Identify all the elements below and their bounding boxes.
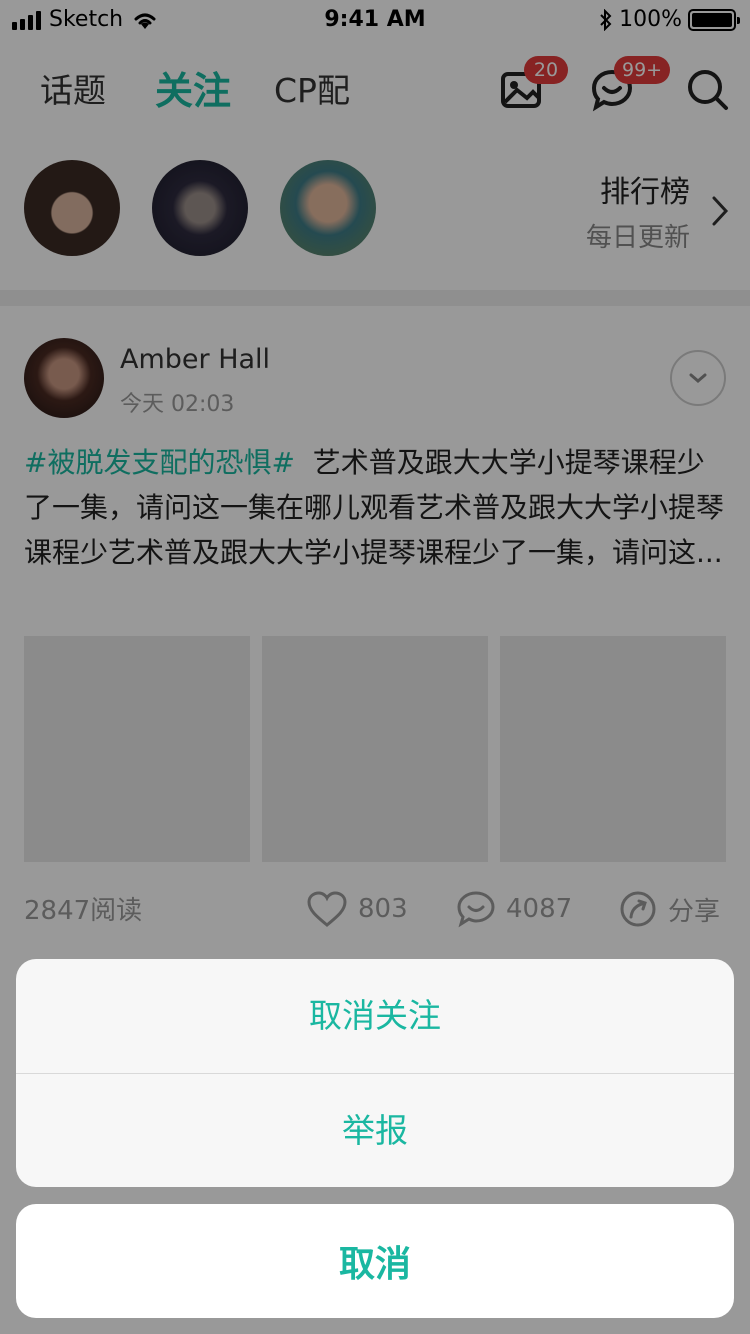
- cancel-button[interactable]: 取消: [16, 1204, 734, 1318]
- unfollow-button[interactable]: 取消关注: [16, 959, 734, 1073]
- report-button[interactable]: 举报: [16, 1074, 734, 1187]
- action-sheet: 取消关注 举报: [16, 959, 734, 1187]
